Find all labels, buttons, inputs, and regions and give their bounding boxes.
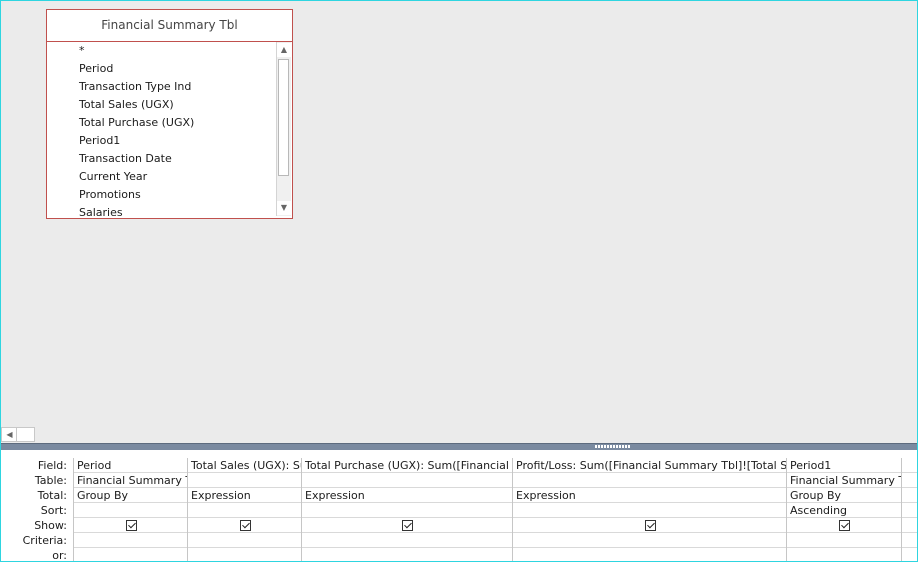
scroll-down-arrow-icon[interactable]: ▼: [277, 201, 291, 215]
table-cell[interactable]: [302, 473, 513, 488]
checkbox-checked-icon[interactable]: [402, 519, 413, 531]
or-cell[interactable]: [302, 548, 513, 561]
or-cell[interactable]: [74, 548, 188, 561]
field-list-item[interactable]: Salaries: [47, 204, 277, 222]
checkbox-checked-icon[interactable]: [239, 519, 251, 531]
field-list: * Period Transaction Type Ind Total Sale…: [47, 42, 277, 222]
show-cell[interactable]: [302, 518, 513, 533]
show-cell[interactable]: [902, 518, 917, 533]
row-label-show: Show:: [34, 519, 67, 532]
grid-row-labels: Field: Table: Total: Sort: Show: Criteri…: [1, 458, 73, 562]
sort-cell[interactable]: [188, 503, 302, 518]
checkbox-checked-icon[interactable]: [839, 519, 850, 531]
row-label-criteria: Criteria:: [22, 534, 67, 547]
sort-cell[interactable]: [902, 503, 917, 518]
or-cell[interactable]: [902, 548, 917, 561]
scrollbar-thumb[interactable]: [278, 59, 289, 176]
grid-column[interactable]: Period Financial Summary Tb Group By: [73, 458, 188, 561]
query-design-window: Financial Summary Tbl * Period Transacti…: [0, 0, 918, 562]
row-label-table: Table:: [34, 474, 67, 487]
show-cell[interactable]: [513, 518, 787, 533]
field-list-item[interactable]: Period: [47, 60, 277, 78]
field-list-item[interactable]: *: [47, 42, 277, 60]
field-list-item[interactable]: Promotions: [47, 186, 277, 204]
table-cell[interactable]: [902, 473, 917, 488]
table-field-list-window[interactable]: Financial Summary Tbl * Period Transacti…: [46, 9, 293, 219]
criteria-cell[interactable]: [74, 533, 188, 548]
show-cell[interactable]: [188, 518, 302, 533]
criteria-cell[interactable]: [188, 533, 302, 548]
scroll-up-arrow-icon[interactable]: ▲: [277, 43, 291, 57]
field-list-item[interactable]: Transaction Date: [47, 150, 277, 168]
grid-column[interactable]: Period1 Financial Summary Tb Group By As…: [786, 458, 902, 561]
sort-cell[interactable]: Ascending: [787, 503, 902, 518]
table-title[interactable]: Financial Summary Tbl: [47, 10, 292, 42]
sort-cell[interactable]: [513, 503, 787, 518]
or-cell[interactable]: [513, 548, 787, 561]
total-cell[interactable]: Group By: [787, 488, 902, 503]
or-cell[interactable]: [188, 548, 302, 561]
field-list-item[interactable]: Total Purchase (UGX): [47, 114, 277, 132]
row-label-or: or:: [52, 549, 67, 562]
show-cell[interactable]: [787, 518, 902, 533]
row-label-sort: Sort:: [40, 504, 67, 517]
field-list-item[interactable]: Current Year: [47, 168, 277, 186]
grid-column[interactable]: Total Purchase (UGX): Sum([Financial Sur…: [301, 458, 513, 561]
total-cell[interactable]: Expression: [188, 488, 302, 503]
pane-splitter[interactable]: [1, 443, 917, 450]
show-cell[interactable]: [74, 518, 188, 533]
field-list-scrollbar[interactable]: ▲ ▼: [276, 42, 291, 216]
field-cell[interactable]: Total Sales (UGX): Sum: [188, 458, 302, 473]
splitter-grip-icon[interactable]: [595, 445, 631, 448]
field-list-item[interactable]: Period1: [47, 132, 277, 150]
total-cell[interactable]: [902, 488, 917, 503]
total-cell[interactable]: Expression: [513, 488, 787, 503]
sort-cell[interactable]: [302, 503, 513, 518]
criteria-cell[interactable]: [787, 533, 902, 548]
grid-column[interactable]: Profit/Loss: Sum([Financial Summary Tbl]…: [512, 458, 787, 561]
checkbox-checked-icon[interactable]: [644, 519, 656, 531]
query-design-grid: Field: Table: Total: Sort: Show: Criteri…: [1, 450, 917, 562]
table-cell[interactable]: [188, 473, 302, 488]
table-pane-horizontal-scrollbar[interactable]: ◀: [1, 427, 35, 442]
checkbox-checked-icon[interactable]: [125, 519, 137, 531]
grid-column[interactable]: Total Sales (UGX): Sum Expression: [187, 458, 302, 561]
field-cell[interactable]: [902, 458, 917, 473]
field-cell[interactable]: Total Purchase (UGX): Sum([Financial Sur: [302, 458, 513, 473]
criteria-cell[interactable]: [302, 533, 513, 548]
field-list-item[interactable]: Total Sales (UGX): [47, 96, 277, 114]
total-cell[interactable]: Group By: [74, 488, 188, 503]
criteria-cell[interactable]: [902, 533, 917, 548]
total-cell[interactable]: Expression: [302, 488, 513, 503]
row-label-field: Field:: [37, 459, 67, 472]
scroll-left-arrow-icon[interactable]: ◀: [3, 428, 17, 441]
row-label-total: Total:: [37, 489, 67, 502]
field-cell[interactable]: Period: [74, 458, 188, 473]
field-cell[interactable]: Profit/Loss: Sum([Financial Summary Tbl]…: [513, 458, 787, 473]
table-cell[interactable]: [513, 473, 787, 488]
grid-column[interactable]: [901, 458, 917, 561]
field-cell[interactable]: Period1: [787, 458, 902, 473]
criteria-cell[interactable]: [513, 533, 787, 548]
sort-cell[interactable]: [74, 503, 188, 518]
table-pane: Financial Summary Tbl * Period Transacti…: [1, 1, 917, 427]
or-cell[interactable]: [787, 548, 902, 561]
table-cell[interactable]: Financial Summary Tb: [74, 473, 188, 488]
table-cell[interactable]: Financial Summary Tb: [787, 473, 902, 488]
field-list-item[interactable]: Transaction Type Ind: [47, 78, 277, 96]
